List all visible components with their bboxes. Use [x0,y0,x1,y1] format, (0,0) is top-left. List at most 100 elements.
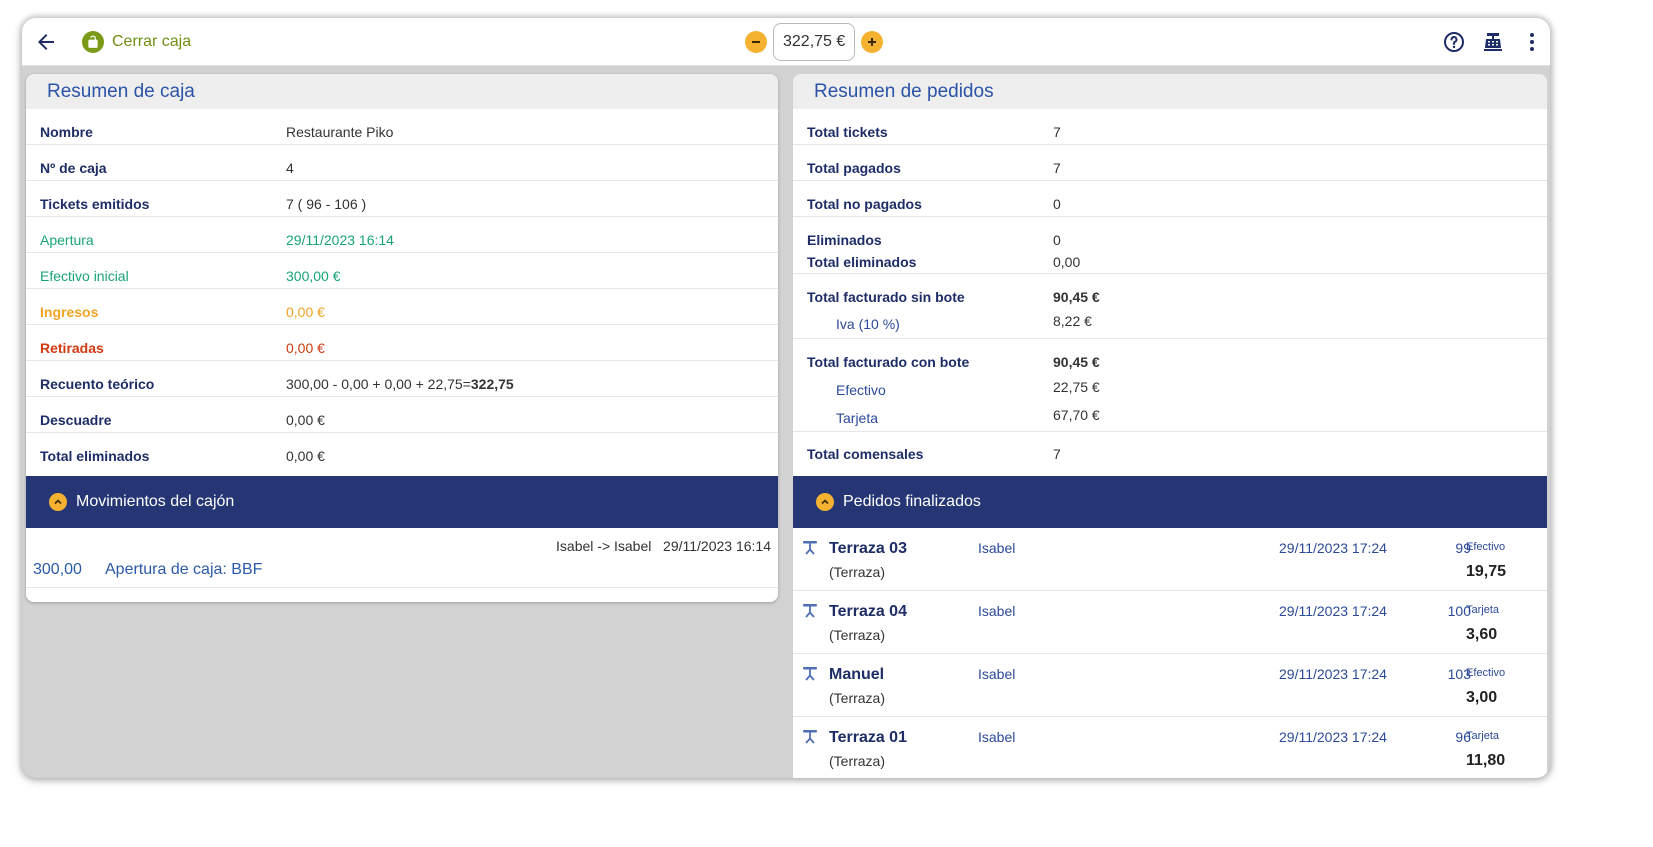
cash-summary-panel: Resumen de caja Nombre Restaurante Piko … [26,74,778,602]
order-user: Isabel [978,603,1016,619]
summary-row-opening: Apertura 29/11/2023 16:14 [26,217,778,253]
row-value: 0,00 € [286,340,325,356]
row-value: 300,00 € [286,268,341,284]
summary-row-theoretical-count: Recuento teórico 300,00 - 0,00 + 0,00 + … [26,361,778,397]
order-zone: (Terraza) [829,690,886,706]
summary-row-withdrawals: Retiradas 0,00 € [26,325,778,361]
summary-row-income: Ingresos 0,00 € [26,289,778,325]
order-row[interactable]: Manuel (Terraza) Isabel 29/11/2023 17:24… [793,654,1547,717]
order-row[interactable]: Terraza 01 (Terraza) Isabel 29/11/2023 1… [793,717,1547,778]
orders-row-billed-without-tip: Total facturado sin bote 90,45 € Iva (10… [793,274,1547,339]
order-payment-method: Efectivo [1466,667,1506,679]
order-user: Isabel [978,729,1016,745]
orders-row-total-tickets: Total tickets 7 [793,109,1547,145]
row-sublabel: Iva (10 %) [836,316,900,332]
order-row[interactable]: Terraza 03 (Terraza) Isabel 29/11/2023 1… [793,528,1547,591]
order-zone: (Terraza) [829,564,886,580]
row-label: Efectivo inicial [40,268,129,284]
row-label: Total facturado sin bote [807,289,965,305]
order-total: 3,00 [1466,689,1498,706]
row-value: 90,45 € [1053,289,1100,305]
row-label: Total comensales [807,446,924,462]
orders-row-diners: Total comensales 7 [793,432,1547,470]
row-value: 7 [1053,446,1061,462]
order-date: 29/11/2023 17:24 [1279,729,1387,745]
summary-row-name: Nombre Restaurante Piko [26,109,778,145]
row-label: Descuadre [40,412,112,428]
finished-orders-header[interactable]: Pedidos finalizados [793,476,1547,528]
chevron-up-icon [49,493,67,511]
help-circle-icon[interactable] [1442,30,1466,54]
row-value: 0,00 [1053,254,1081,270]
app-window: Cerrar caja 322,75 € Resumen de caja Nom… [22,18,1550,778]
orders-summary-title: Resumen de pedidos [793,74,1547,109]
cash-register-icon[interactable] [1481,30,1505,54]
cash-summary-title: Resumen de caja [26,74,778,109]
movement-description: Apertura de caja: BBF [105,561,263,578]
row-value: 0,00 € [286,448,325,464]
more-vertical-icon[interactable] [1520,30,1544,54]
orders-row-total-paid: Total pagados 7 [793,145,1547,181]
row-value: 0,00 € [286,304,325,320]
row-label: Apertura [40,232,94,248]
row-value: Restaurante Piko [286,124,394,140]
page-title: Cerrar caja [112,33,192,50]
minus-icon[interactable] [745,31,767,53]
orders-summary-panel: Resumen de pedidos Total tickets 7 Total… [793,74,1547,778]
orders-row-deleted: Eliminados 0 Total eliminados 0,00 [793,217,1547,274]
row-value: 0,00 € [286,412,325,428]
row-label: Total tickets [807,124,888,140]
row-label: Recuento teórico [40,376,155,392]
row-sublabel: Efectivo [836,382,886,398]
order-name: Terraza 04 [829,603,907,620]
row-value: 7 [1053,124,1061,140]
row-value: 29/11/2023 16:14 [286,232,394,248]
summary-row-tickets-issued: Tickets emitidos 7 ( 96 - 106 ) [26,181,778,217]
table-umbrella-icon [803,667,817,681]
order-user: Isabel [978,666,1016,682]
row-subvalue: 67,70 € [1053,407,1100,423]
order-date: 29/11/2023 17:24 [1279,603,1387,619]
drawer-movements-header[interactable]: Movimientos del cajón [26,476,778,528]
order-payment-method: Efectivo [1466,541,1506,553]
row-value: 0 [1053,232,1061,248]
row-label: Nº de caja [40,160,107,176]
plus-icon[interactable] [861,31,884,53]
row-value: 90,45 € [1053,354,1100,370]
row-label: Tickets emitidos [40,196,150,212]
order-name: Terraza 03 [829,540,907,557]
order-name: Terraza 01 [829,729,907,746]
summary-row-total-deleted: Total eliminados 0,00 € [26,433,778,469]
row-subvalue: 8,22 € [1053,313,1092,329]
table-umbrella-icon [803,730,817,744]
row-subvalue: 22,75 € [1053,379,1100,395]
finished-orders-title: Pedidos finalizados [843,493,981,510]
row-value: 300,00 - 0,00 + 0,00 + 22,75=322,75 [286,376,514,392]
row-label: Nombre [40,124,93,140]
row-label: Retiradas [40,340,104,356]
table-umbrella-icon [803,604,817,618]
movement-meta: Isabel -> Isabel 29/11/2023 16:14 [556,538,771,554]
summary-row-register-number: Nº de caja 4 [26,145,778,181]
chevron-up-icon [816,493,834,511]
order-total: 19,75 [1466,563,1507,580]
count-result: 322,75 [470,376,514,392]
row-label: Total eliminados [807,254,917,270]
row-value: 4 [286,160,294,176]
amount-stepper: 322,75 € [745,22,884,62]
order-name: Manuel [829,666,885,683]
summary-row-initial-cash: Efectivo inicial 300,00 € [26,253,778,289]
movement-row[interactable]: Isabel -> Isabel 29/11/2023 16:14 300,00… [26,528,778,588]
summary-row-mismatch: Descuadre 0,00 € [26,397,778,433]
close-register-button[interactable]: Cerrar caja [82,30,191,54]
amount-display[interactable]: 322,75 € [773,23,856,61]
arrow-left-icon[interactable] [34,30,58,54]
row-sublabel: Tarjeta [836,410,879,426]
row-label: Total pagados [807,160,901,176]
order-date: 29/11/2023 17:24 [1279,540,1387,556]
row-label: Eliminados [807,232,882,248]
row-label: Total no pagados [807,196,922,212]
order-payment-method: Tarjeta [1466,730,1500,742]
order-user: Isabel [978,540,1016,556]
order-row[interactable]: Terraza 04 (Terraza) Isabel 29/11/2023 1… [793,591,1547,654]
